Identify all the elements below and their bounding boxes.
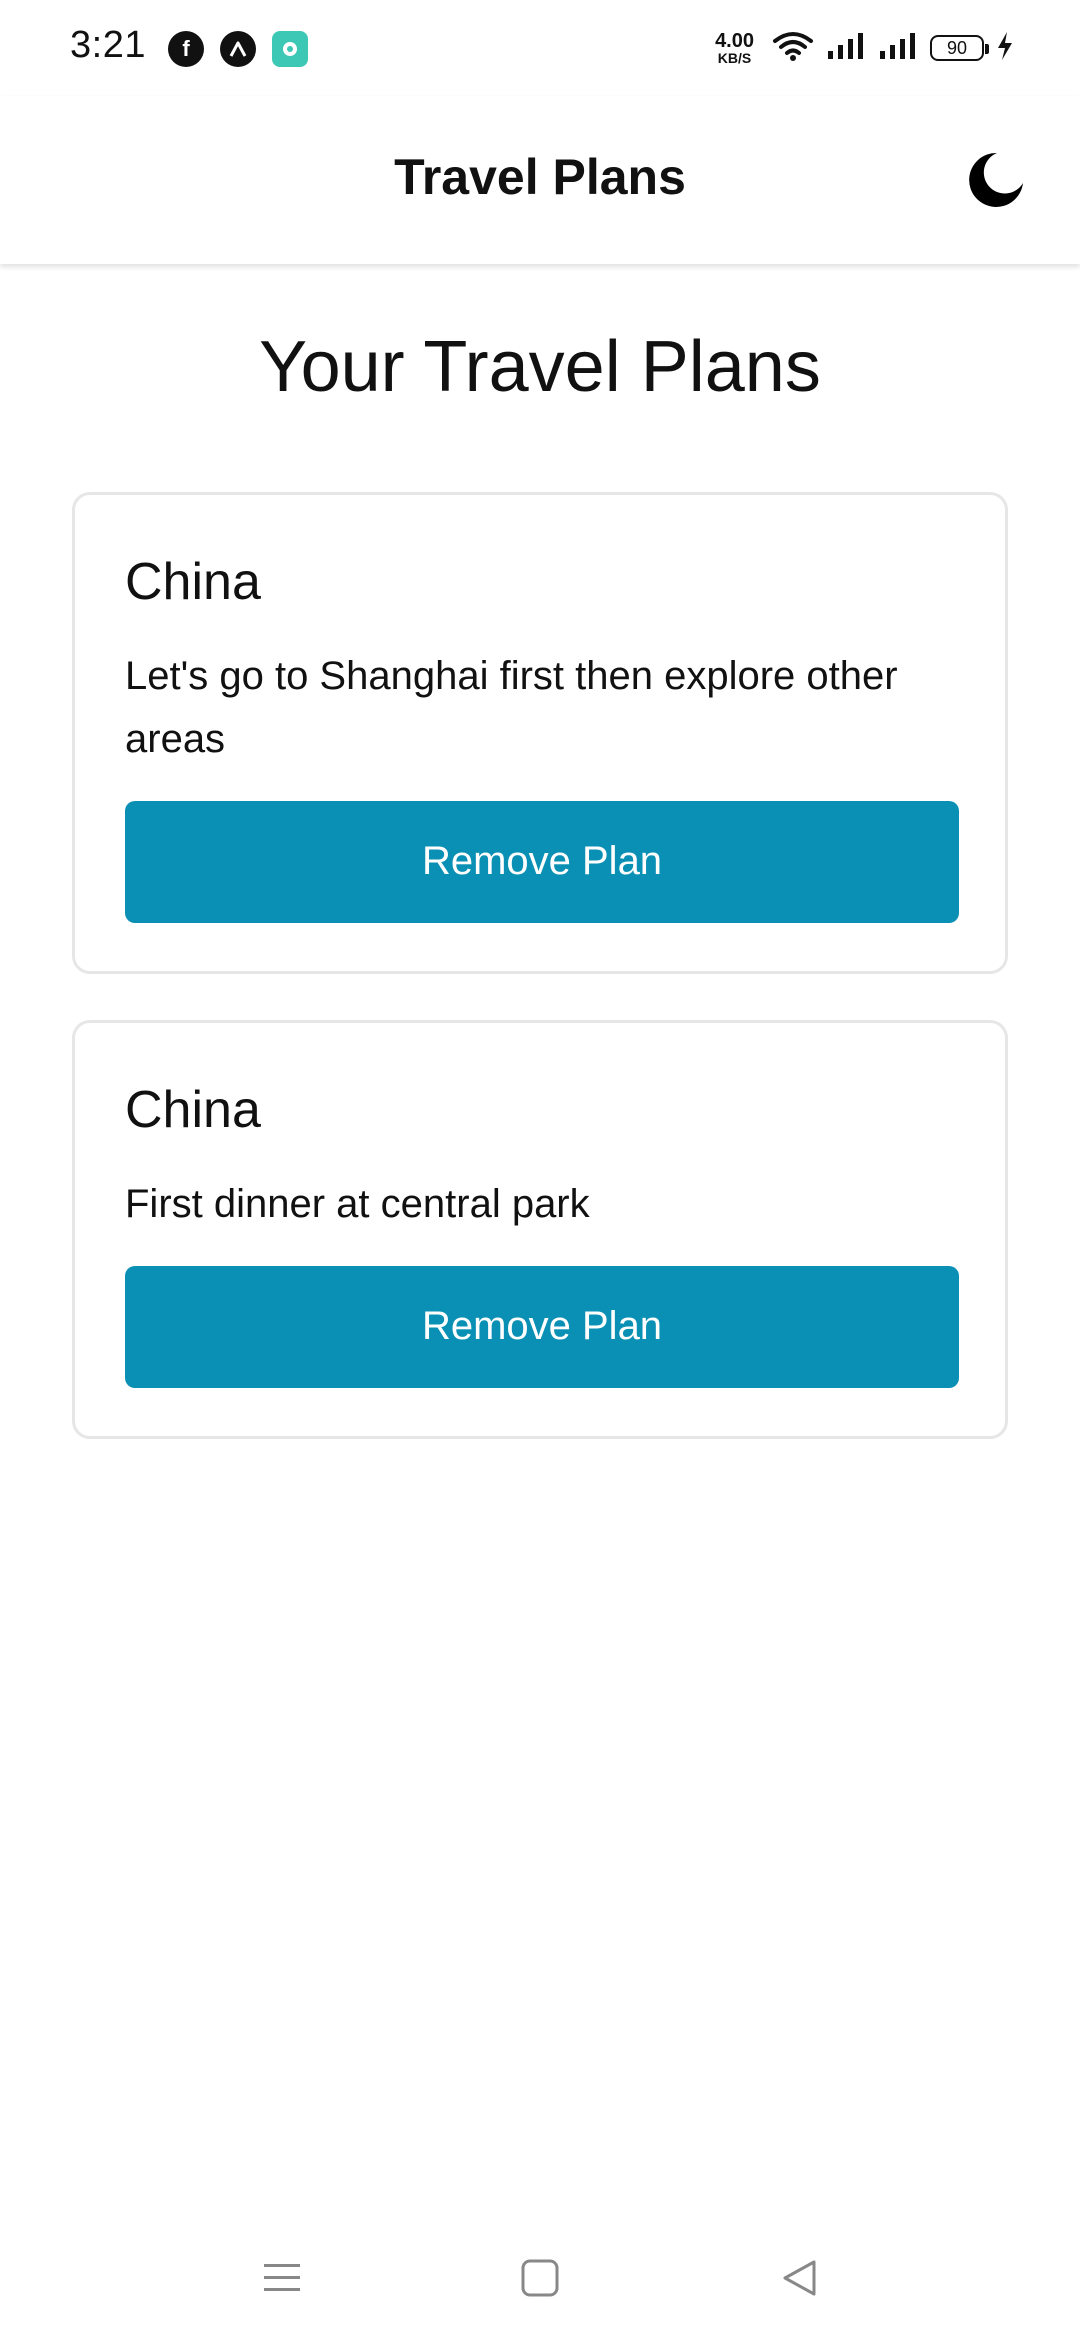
navigation-bar [0,2210,1080,2340]
remove-plan-button[interactable]: Remove Plan [125,800,959,923]
page-heading: Your Travel Plans [259,327,821,407]
home-icon [520,2258,560,2303]
plan-description: First dinner at central park [125,1181,590,1226]
network-speed-unit: KB/S [717,50,752,66]
back-button[interactable] [770,2250,830,2310]
plan-card: China First dinner at central park Remov… [72,1020,1008,1439]
menu-icon [262,2260,302,2301]
facebook-icon: f [168,31,204,67]
chat-app-icon [272,31,308,67]
battery-indicator: 90 [930,35,989,61]
back-icon [780,2258,820,2303]
network-speed: 4.00 KB/S [715,31,754,65]
vpn-icon [220,31,256,67]
home-button[interactable] [510,2250,570,2310]
signal-icon [826,31,866,66]
status-bar: 3:21 f 4.00 KB/S 90 [0,0,1080,96]
status-app-icons: f [168,30,308,68]
moon-icon [967,151,1025,214]
app-bar: Travel Plans [0,96,1080,264]
wifi-icon [772,30,814,67]
plan-title: China [125,553,261,611]
theme-toggle-button[interactable] [964,150,1028,214]
signal-icon-2 [878,31,918,66]
status-time: 3:21 [70,24,146,66]
remove-plan-button[interactable]: Remove Plan [125,1265,959,1388]
plan-title: China [125,1081,261,1139]
battery-level: 90 [946,37,968,58]
charging-icon [996,31,1014,66]
network-speed-value: 4.00 [715,30,754,52]
status-indicators: 4.00 KB/S 90 [715,26,1014,70]
plan-card: China Let's go to Shanghai first then ex… [72,492,1008,974]
menu-button[interactable] [252,2250,312,2310]
app-title: Travel Plans [394,149,686,205]
plan-description: Let's go to Shanghai first then explore … [125,653,898,761]
